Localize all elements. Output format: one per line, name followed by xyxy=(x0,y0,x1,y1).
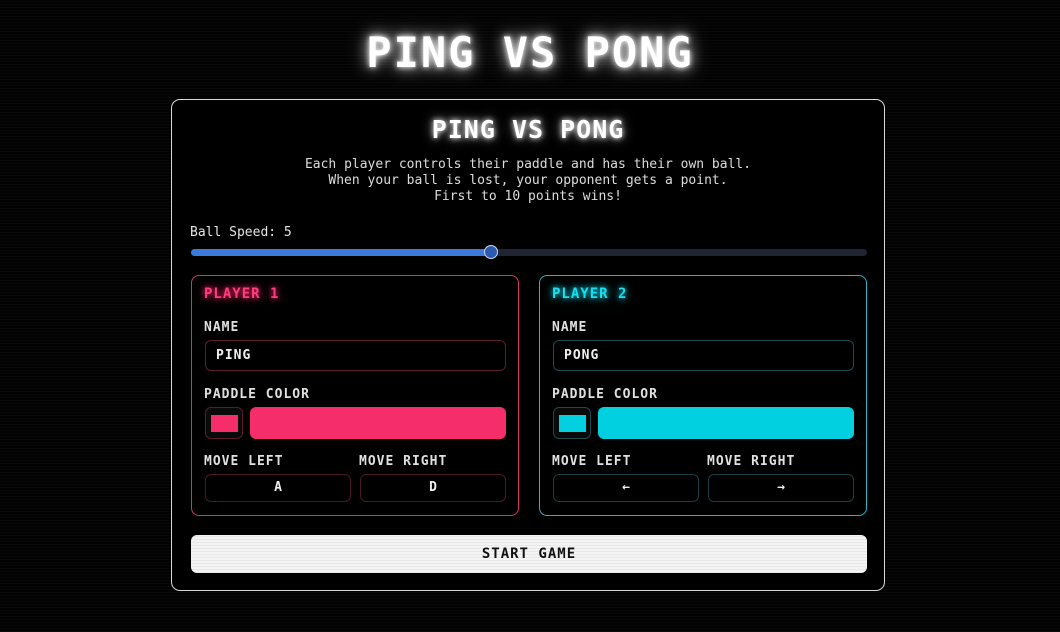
player1-card: PLAYER 1 NAME PADDLE COLOR MOVE LEFT MOV… xyxy=(191,275,519,516)
player1-color-picker[interactable] xyxy=(205,407,243,439)
player1-left-key-button[interactable]: A xyxy=(205,474,351,502)
player1-name-label: NAME xyxy=(204,320,240,335)
player1-color-swatch xyxy=(211,415,238,432)
ball-speed-slider[interactable] xyxy=(191,245,867,259)
player1-move-right-label: MOVE RIGHT xyxy=(359,454,448,469)
instruction-line: First to 10 points wins! xyxy=(434,189,622,204)
player2-paddle-color-label: PADDLE COLOR xyxy=(552,387,658,402)
player2-color-swatch xyxy=(559,415,586,432)
player2-title: PLAYER 2 xyxy=(552,286,628,302)
setup-panel: PING VS PONG Each player controls their … xyxy=(171,99,885,591)
start-game-button[interactable]: START GAME xyxy=(191,535,867,573)
player2-move-left-label: MOVE LEFT xyxy=(552,454,632,469)
ball-speed-slider-fill xyxy=(191,249,492,256)
player2-move-right-label: MOVE RIGHT xyxy=(707,454,796,469)
page-title: PING VS PONG xyxy=(366,28,694,77)
player1-name-input[interactable] xyxy=(205,340,506,371)
player2-name-input[interactable] xyxy=(553,340,854,371)
instruction-line: When your ball is lost, your opponent ge… xyxy=(328,173,728,188)
player2-color-picker[interactable] xyxy=(553,407,591,439)
player1-move-left-label: MOVE LEFT xyxy=(204,454,284,469)
player1-title: PLAYER 1 xyxy=(204,286,280,302)
player1-paddle-color-label: PADDLE COLOR xyxy=(204,387,310,402)
ball-speed-label: Ball Speed: 5 xyxy=(190,225,292,240)
instructions: Each player controls their paddle and ha… xyxy=(172,157,884,205)
player1-color-bar[interactable] xyxy=(250,407,506,439)
player2-right-key-button[interactable]: → xyxy=(708,474,854,502)
instruction-line: Each player controls their paddle and ha… xyxy=(304,157,752,172)
player2-color-bar[interactable] xyxy=(598,407,854,439)
panel-title: PING VS PONG xyxy=(431,115,625,144)
player2-card: PLAYER 2 NAME PADDLE COLOR MOVE LEFT MOV… xyxy=(539,275,867,516)
ball-speed-slider-thumb[interactable] xyxy=(484,245,499,259)
player1-right-key-button[interactable]: D xyxy=(360,474,506,502)
player2-left-key-button[interactable]: ← xyxy=(553,474,699,502)
player2-name-label: NAME xyxy=(552,320,588,335)
